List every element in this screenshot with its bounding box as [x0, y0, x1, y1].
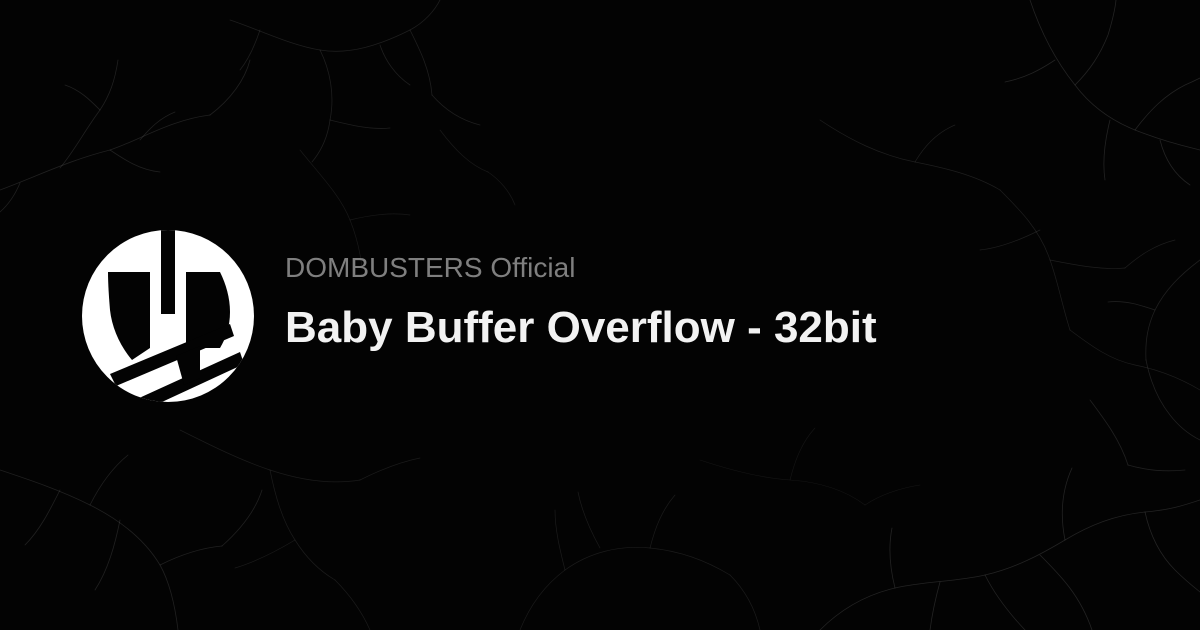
dombusters-logo-icon: [82, 230, 254, 402]
text-block: DOMBUSTERS Official Baby Buffer Overflow…: [285, 248, 1145, 356]
og-card: DOMBUSTERS Official Baby Buffer Overflow…: [0, 0, 1200, 630]
post-title: Baby Buffer Overflow - 32bit: [285, 303, 877, 352]
site-name: DOMBUSTERS Official: [285, 252, 576, 283]
